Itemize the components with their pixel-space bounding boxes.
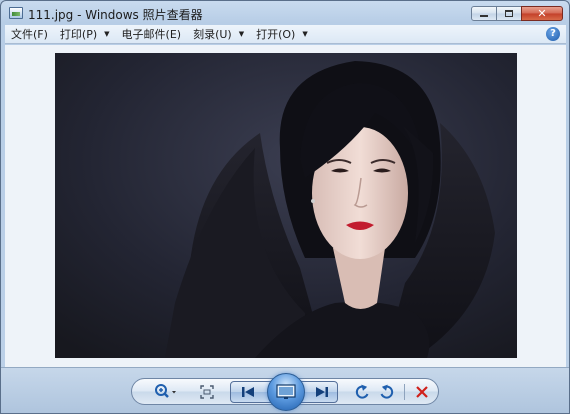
minimize-button[interactable] [471, 6, 497, 21]
menu-email[interactable]: 电子邮件(E) [116, 25, 188, 44]
menu-burn-label: 刻录(U) [193, 28, 232, 41]
photo-viewer-window: 111.jpg - Windows 照片查看器 ✕ 文件(F) 打印(P) ▼ … [0, 0, 570, 414]
window-controls: ✕ [471, 6, 563, 21]
actual-size-button[interactable] [197, 382, 217, 402]
menu-open[interactable]: 打开(O) ▼ [250, 25, 314, 44]
previous-button[interactable] [237, 383, 259, 401]
close-icon: ✕ [537, 7, 547, 20]
menu-email-label: 电子邮件(E) [121, 28, 182, 41]
chevron-down-icon: ▼ [238, 30, 245, 38]
menu-print[interactable]: 打印(P) ▼ [54, 25, 116, 44]
menu-file-label: 文件(F) [11, 28, 48, 41]
next-icon [316, 387, 328, 397]
maximize-icon [505, 10, 513, 17]
photo-viewer-app-icon [9, 7, 23, 19]
menu-file[interactable]: 文件(F) [5, 25, 54, 44]
next-button[interactable] [311, 383, 333, 401]
rotate-clockwise-button[interactable] [378, 382, 396, 402]
chevron-down-icon: ▼ [104, 30, 110, 38]
menu-bar: 文件(F) 打印(P) ▼ 电子邮件(E) 刻录(U) ▼ 打开(O) ▼ ? [5, 25, 566, 44]
image-viewport [5, 45, 566, 367]
rotate-counterclockwise-icon [355, 384, 369, 399]
portrait-photo-image [55, 53, 517, 358]
previous-icon [242, 387, 254, 397]
displayed-photo[interactable] [55, 53, 517, 358]
toolbar-separator [404, 384, 405, 400]
bottom-toolbar [1, 367, 569, 413]
menu-open-label: 打开(O) [256, 28, 296, 41]
window-title: 111.jpg - Windows 照片查看器 [28, 8, 203, 22]
maximize-button[interactable] [496, 6, 522, 21]
minimize-icon [480, 15, 488, 17]
slideshow-button[interactable] [267, 373, 305, 411]
menu-print-label: 打印(P) [59, 28, 98, 41]
actual-size-icon [200, 385, 214, 399]
zoom-button[interactable] [153, 382, 179, 402]
menu-burn[interactable]: 刻录(U) ▼ [187, 25, 250, 44]
rotate-counterclockwise-button[interactable] [353, 382, 371, 402]
title-bar[interactable]: 111.jpg - Windows 照片查看器 ✕ [1, 1, 569, 25]
chevron-down-icon: ▼ [302, 30, 308, 38]
help-icon[interactable]: ? [546, 27, 560, 41]
zoom-icon [155, 384, 176, 398]
delete-icon [416, 386, 428, 398]
delete-button[interactable] [413, 382, 431, 402]
rotate-clockwise-icon [380, 384, 394, 399]
close-button[interactable]: ✕ [521, 6, 563, 21]
slideshow-icon [276, 384, 296, 399]
